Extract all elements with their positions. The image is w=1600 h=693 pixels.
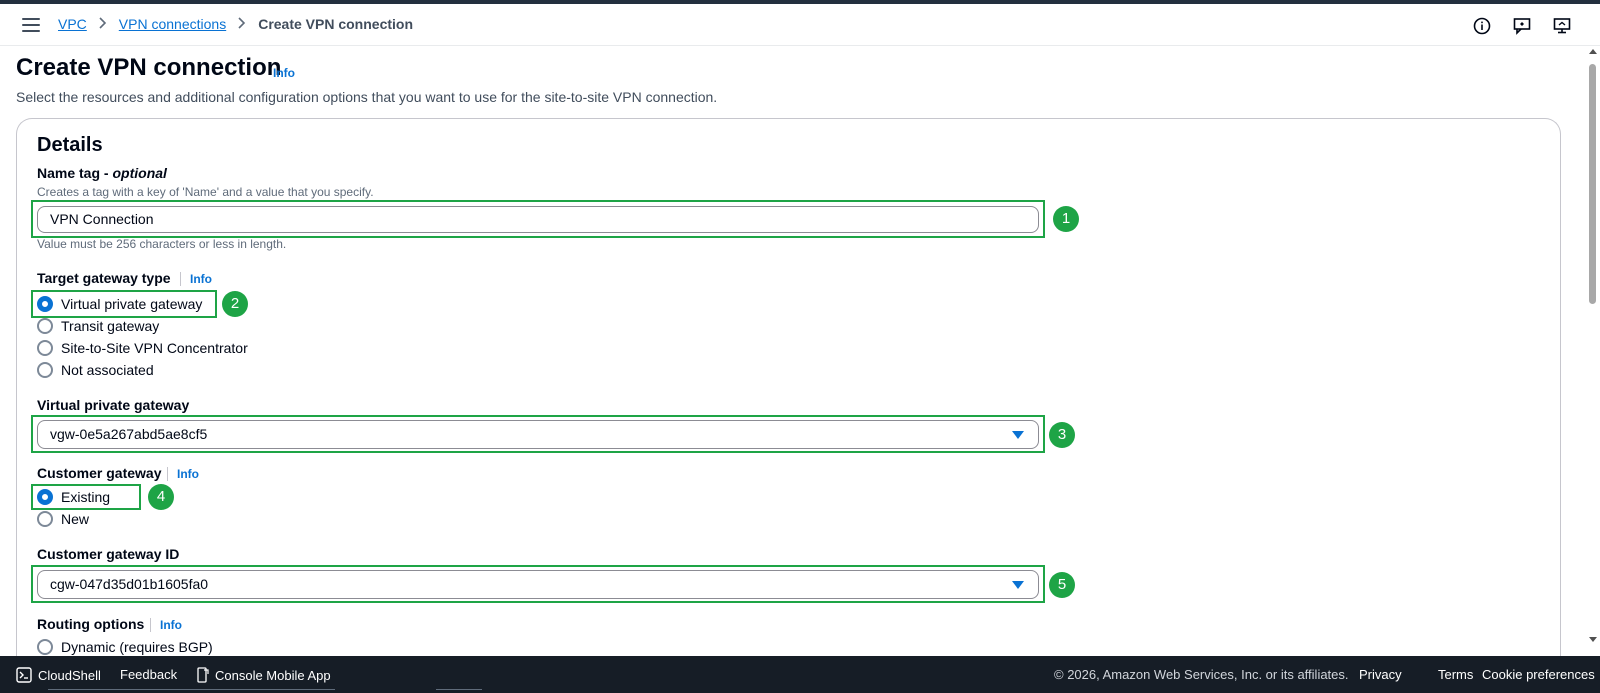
radio-label: New <box>61 511 90 527</box>
radio-button[interactable] <box>37 340 53 356</box>
radio-label: Virtual private gateway <box>61 296 203 312</box>
customer-gateway-id-select[interactable]: cgw-047d35d01b1605fa0 <box>37 570 1039 599</box>
name-tag-optional: optional <box>112 165 167 181</box>
presentation-icon[interactable] <box>1552 16 1572 36</box>
page-title: Create VPN connection <box>16 54 282 81</box>
console-mobile-app-link[interactable]: Console Mobile App <box>197 667 331 683</box>
breadcrumb-current: Create VPN connection <box>258 16 414 32</box>
menu-icon[interactable] <box>22 18 40 32</box>
label-divider <box>150 618 151 632</box>
name-tag-label: Name tag - optional <box>37 165 167 181</box>
virtual-private-gateway-value: vgw-0e5a267abd5ae8cf5 <box>50 426 208 442</box>
cloudshell-label: CloudShell <box>38 667 101 683</box>
label-divider <box>167 467 168 481</box>
chevron-right-icon <box>99 16 107 32</box>
radio-label: Not associated <box>61 362 154 378</box>
privacy-link[interactable]: Privacy <box>1359 667 1402 682</box>
copyright-text: © 2026, Amazon Web Services, Inc. or its… <box>1054 667 1349 682</box>
name-tag-description: Creates a tag with a key of 'Name' and a… <box>37 185 374 199</box>
terms-link[interactable]: Terms <box>1438 667 1473 682</box>
cloudshell-button[interactable]: CloudShell <box>16 667 101 683</box>
annotation-badge-2: 2 <box>222 291 248 317</box>
taskbar-segment <box>48 689 335 690</box>
annotation-badge-4: 4 <box>148 484 174 510</box>
annotation-badge-5: 5 <box>1049 572 1075 598</box>
radio-button[interactable] <box>37 511 53 527</box>
footer-bar: CloudShell Feedback Console Mobile App ©… <box>0 656 1600 693</box>
chevron-right-icon <box>238 16 246 32</box>
radio-new[interactable]: New <box>37 509 89 529</box>
feedback-link[interactable]: Feedback <box>120 667 177 682</box>
routing-options-info-link[interactable]: Info <box>160 618 182 632</box>
radio-button[interactable] <box>37 318 53 334</box>
radio-not-associated[interactable]: Not associated <box>37 360 154 380</box>
privacy-label: Privacy <box>1359 667 1402 682</box>
top-navigation-bar: VPC VPN connections Create VPN connectio… <box>0 4 1600 46</box>
radio-button-selected[interactable] <box>37 296 53 312</box>
radio-button-selected[interactable] <box>37 489 53 505</box>
header-icon-group <box>1472 16 1572 36</box>
terminal-icon <box>16 667 32 683</box>
radio-label: Transit gateway <box>61 318 160 334</box>
virtual-private-gateway-select[interactable]: vgw-0e5a267abd5ae8cf5 <box>37 420 1039 449</box>
radio-virtual-private-gateway[interactable]: Virtual private gateway <box>37 294 202 314</box>
scroll-up-arrow-icon[interactable] <box>1589 49 1597 54</box>
taskbar-segment <box>436 689 482 690</box>
radio-site-to-site-vpn-concentrator[interactable]: Site-to-Site VPN Concentrator <box>37 338 248 358</box>
terms-label: Terms <box>1438 667 1474 682</box>
name-tag-label-text: Name tag <box>37 165 101 181</box>
radio-dynamic-bgp[interactable]: Dynamic (requires BGP) <box>37 637 213 657</box>
radio-button[interactable] <box>37 362 53 378</box>
scroll-down-arrow-icon[interactable] <box>1589 637 1597 642</box>
title-info-link[interactable]: Info <box>273 66 295 80</box>
customer-gateway-id-value: cgw-047d35d01b1605fa0 <box>50 576 209 592</box>
caret-down-icon <box>1012 581 1024 589</box>
label-divider <box>180 272 181 286</box>
console-mobile-app-label: Console Mobile App <box>215 667 331 683</box>
cookie-preferences-link[interactable]: Cookie preferences <box>1482 667 1595 682</box>
feedback-icon[interactable] <box>1512 16 1532 36</box>
customer-gateway-id-label: Customer gateway ID <box>37 546 180 562</box>
radio-existing[interactable]: Existing <box>37 487 110 507</box>
mobile-external-icon <box>197 667 209 683</box>
vertical-scrollbar[interactable] <box>1585 46 1600 646</box>
target-gateway-type-label: Target gateway type <box>37 270 171 286</box>
routing-options-label: Routing options <box>37 616 145 632</box>
radio-label: Dynamic (requires BGP) <box>61 639 213 655</box>
breadcrumb: VPC VPN connections Create VPN connectio… <box>58 16 413 32</box>
cookie-preferences-label: Cookie preferences <box>1482 667 1595 682</box>
feedback-label: Feedback <box>120 667 178 682</box>
info-circle-icon[interactable] <box>1472 16 1492 36</box>
customer-gateway-label: Customer gateway <box>37 465 162 481</box>
scroll-thumb[interactable] <box>1589 64 1596 304</box>
details-section-title: Details <box>37 134 103 156</box>
page-description: Select the resources and additional conf… <box>16 89 718 105</box>
target-gateway-info-link[interactable]: Info <box>190 272 212 286</box>
radio-label: Existing <box>61 489 111 505</box>
customer-gateway-info-link[interactable]: Info <box>177 467 199 481</box>
name-tag-constraint: Value must be 256 characters or less in … <box>37 237 287 251</box>
radio-transit-gateway[interactable]: Transit gateway <box>37 316 159 336</box>
breadcrumb-vpn-connections[interactable]: VPN connections <box>119 16 226 32</box>
annotation-badge-3: 3 <box>1049 422 1075 448</box>
radio-label: Site-to-Site VPN Concentrator <box>61 340 248 356</box>
caret-down-icon <box>1012 431 1024 439</box>
breadcrumb-vpc[interactable]: VPC <box>58 16 87 32</box>
annotation-badge-1: 1 <box>1053 206 1079 232</box>
virtual-private-gateway-label: Virtual private gateway <box>37 397 190 413</box>
radio-button[interactable] <box>37 639 53 655</box>
name-tag-input[interactable]: VPN Connection <box>37 206 1039 233</box>
